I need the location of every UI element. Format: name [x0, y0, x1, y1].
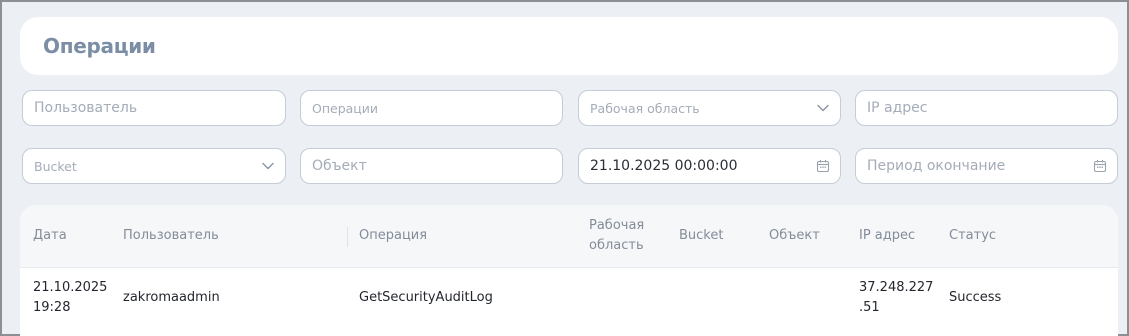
calendar-icon[interactable]	[816, 159, 830, 173]
cell-operation: GetSecurityAuditLog	[359, 290, 493, 305]
period-end-placeholder: Период окончание	[867, 158, 1006, 174]
cell-ip: 37.248.227 .51	[859, 278, 933, 318]
period-start-input[interactable]: 21.10.2025 00:00:00	[578, 148, 841, 184]
table-row[interactable]: 21.10.2025 19:28 zakromaadmin GetSecurit…	[20, 268, 1118, 332]
operation-filter-input[interactable]: Операции	[300, 90, 563, 126]
cell-date-day: 21.10.2025	[33, 280, 108, 295]
column-divider[interactable]	[347, 227, 348, 247]
column-header-bucket[interactable]: Bucket	[679, 226, 723, 246]
table-header: Дата Пользователь Операция Рабочая облас…	[20, 205, 1118, 268]
cell-ip-line2: .51	[859, 300, 880, 315]
bucket-filter-placeholder: Bucket	[34, 158, 77, 174]
cell-user: zakromaadmin	[123, 290, 220, 305]
column-header-object[interactable]: Объект	[769, 226, 820, 246]
cell-date: 21.10.2025 19:28	[33, 278, 107, 318]
column-header-operation[interactable]: Операция	[359, 226, 427, 246]
column-header-ip[interactable]: IP адрес	[859, 226, 915, 246]
operation-filter-placeholder: Операции	[312, 100, 379, 116]
chevron-down-icon	[262, 162, 274, 170]
column-header-date[interactable]: Дата	[33, 226, 67, 246]
cell-ip-line1: 37.248.227	[859, 280, 934, 295]
column-header-workspace[interactable]: Рабочая область	[589, 216, 651, 256]
workspace-filter-select[interactable]: Рабочая область	[578, 90, 841, 126]
page-title: Операции	[43, 34, 156, 58]
calendar-icon[interactable]	[1093, 159, 1107, 173]
cell-status: Success	[949, 290, 1002, 305]
user-filter-input[interactable]: Пользователь	[22, 90, 286, 126]
ip-filter-placeholder: IP адрес	[867, 100, 928, 116]
period-start-value: 21.10.2025 00:00:00	[590, 158, 738, 174]
workspace-filter-placeholder: Рабочая область	[590, 100, 700, 116]
period-end-input[interactable]: Период окончание	[855, 148, 1118, 184]
column-header-status[interactable]: Статус	[949, 226, 996, 246]
column-header-user[interactable]: Пользователь	[123, 226, 219, 246]
user-filter-placeholder: Пользователь	[34, 100, 138, 116]
cell-date-time: 19:28	[33, 300, 71, 315]
object-filter-placeholder: Объект	[312, 158, 367, 174]
ip-filter-input[interactable]: IP адрес	[855, 90, 1118, 126]
page-header: Операции	[20, 17, 1118, 75]
bucket-filter-select[interactable]: Bucket	[22, 148, 286, 184]
operations-table: Дата Пользователь Операция Рабочая облас…	[20, 205, 1118, 336]
object-filter-input[interactable]: Объект	[300, 148, 563, 184]
chevron-down-icon	[817, 104, 829, 112]
